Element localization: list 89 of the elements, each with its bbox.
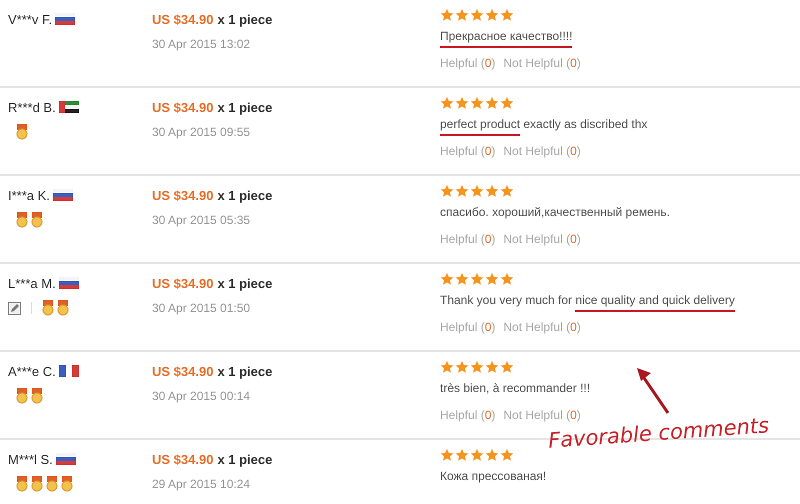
medal-icon bbox=[57, 300, 69, 316]
price-text: US $34.90 bbox=[152, 188, 214, 203]
star-icon bbox=[485, 448, 499, 462]
review-comment: спасибо. хороший,качественный ремень. bbox=[440, 204, 670, 221]
flag-icon bbox=[58, 101, 79, 113]
star-icon bbox=[455, 360, 469, 374]
flag-icon bbox=[52, 189, 73, 201]
star-icon bbox=[455, 184, 469, 198]
medal-icon bbox=[31, 388, 43, 404]
star-icon bbox=[470, 448, 484, 462]
medal-icon bbox=[31, 476, 43, 492]
star-icon bbox=[470, 8, 484, 22]
medal-icon bbox=[46, 476, 58, 492]
review-date: 30 Apr 2015 09:55 bbox=[152, 124, 250, 141]
star-icon bbox=[440, 96, 454, 110]
quantity-text: x 1 piece bbox=[217, 452, 272, 467]
quantity-text: x 1 piece bbox=[217, 12, 272, 27]
medal-icon bbox=[16, 124, 28, 140]
buyer-name: A***e C. bbox=[8, 364, 56, 379]
arrow bbox=[637, 368, 670, 414]
buyer-name: M***l S. bbox=[8, 452, 53, 467]
edit-icon bbox=[8, 302, 21, 314]
star-icon bbox=[500, 184, 514, 198]
review-comment: Кожа прессованая! bbox=[440, 468, 546, 485]
flag-icon bbox=[58, 277, 79, 289]
not-helpful-link[interactable]: Not Helpful (0) bbox=[503, 406, 581, 424]
medal-icon bbox=[61, 476, 73, 492]
buyer-name: I***a K. bbox=[8, 188, 50, 203]
review-comment: perfect product exactly as discribed thx bbox=[440, 115, 648, 133]
star-icon bbox=[470, 96, 484, 110]
not-helpful-link[interactable]: Not Helpful (0) bbox=[503, 54, 581, 72]
quantity-text: x 1 piece bbox=[217, 188, 272, 203]
flag-icon bbox=[58, 365, 79, 377]
helpful-link[interactable]: Helpful (0) bbox=[440, 54, 496, 72]
star-icon bbox=[500, 448, 514, 462]
star-icon bbox=[500, 96, 514, 110]
review-date: 30 Apr 2015 01:50 bbox=[152, 300, 250, 317]
quantity-text: x 1 piece bbox=[217, 364, 272, 379]
medal-icon bbox=[16, 212, 28, 228]
price-text: US $34.90 bbox=[152, 276, 214, 291]
buyer-name: R***d B. bbox=[8, 100, 56, 115]
review-comment: Прекрасное качество!!!! bbox=[440, 27, 572, 45]
review-comment: Thank you very much for nice quality and quick delivery bbox=[440, 291, 735, 309]
price-text: US $34.90 bbox=[152, 452, 214, 467]
medal-icon bbox=[16, 388, 28, 404]
price-text: US $34.90 bbox=[152, 100, 214, 115]
review-comment: très bien, à recommander !!! bbox=[440, 380, 590, 397]
review-date: 30 Apr 2015 00:14 bbox=[152, 388, 250, 405]
review-date: 30 Apr 2015 05:35 bbox=[152, 212, 250, 229]
star-icon bbox=[500, 8, 514, 22]
star-icon bbox=[455, 448, 469, 462]
star-icon bbox=[455, 272, 469, 286]
not-helpful-link[interactable]: Not Helpful (0) bbox=[503, 230, 581, 248]
helpful-link[interactable]: Helpful (0) bbox=[440, 406, 496, 424]
star-icon bbox=[485, 96, 499, 110]
star-icon bbox=[440, 184, 454, 198]
star-icon bbox=[440, 8, 454, 22]
medal-icon bbox=[42, 300, 54, 316]
star-icon bbox=[470, 184, 484, 198]
flag-icon bbox=[56, 453, 76, 465]
helpful-link[interactable]: Helpful (0) bbox=[440, 318, 496, 336]
star-icon bbox=[470, 272, 484, 286]
helpful-link[interactable]: Helpful (0) bbox=[440, 142, 496, 160]
medal-icon bbox=[31, 212, 43, 228]
buyer-name: L***a M. bbox=[8, 276, 56, 291]
star-icon bbox=[440, 448, 454, 462]
star-icon bbox=[455, 96, 469, 110]
review-date: 29 Apr 2015 10:24 bbox=[152, 476, 250, 493]
flag-icon bbox=[55, 13, 76, 25]
star-icon bbox=[500, 360, 514, 374]
review-date: 30 Apr 2015 13:02 bbox=[152, 36, 250, 53]
star-icon bbox=[455, 8, 469, 22]
not-helpful-link[interactable]: Not Helpful (0) bbox=[503, 142, 581, 160]
not-helpful-link[interactable]: Not Helpful (0) bbox=[503, 318, 581, 336]
star-icon bbox=[485, 360, 499, 374]
star-icon bbox=[440, 272, 454, 286]
quantity-text: x 1 piece bbox=[217, 100, 272, 115]
star-icon bbox=[500, 272, 514, 286]
star-icon bbox=[485, 184, 499, 198]
star-icon bbox=[470, 360, 484, 374]
star-icon bbox=[440, 360, 454, 374]
star-icon bbox=[485, 8, 499, 22]
quantity-text: x 1 piece bbox=[217, 276, 272, 291]
price-text: US $34.90 bbox=[152, 12, 214, 27]
helpful-link[interactable]: Helpful (0) bbox=[440, 230, 496, 248]
buyer-name: V***v F. bbox=[8, 12, 52, 27]
medal-icon bbox=[16, 476, 28, 492]
price-text: US $34.90 bbox=[152, 364, 214, 379]
star-icon bbox=[485, 272, 499, 286]
